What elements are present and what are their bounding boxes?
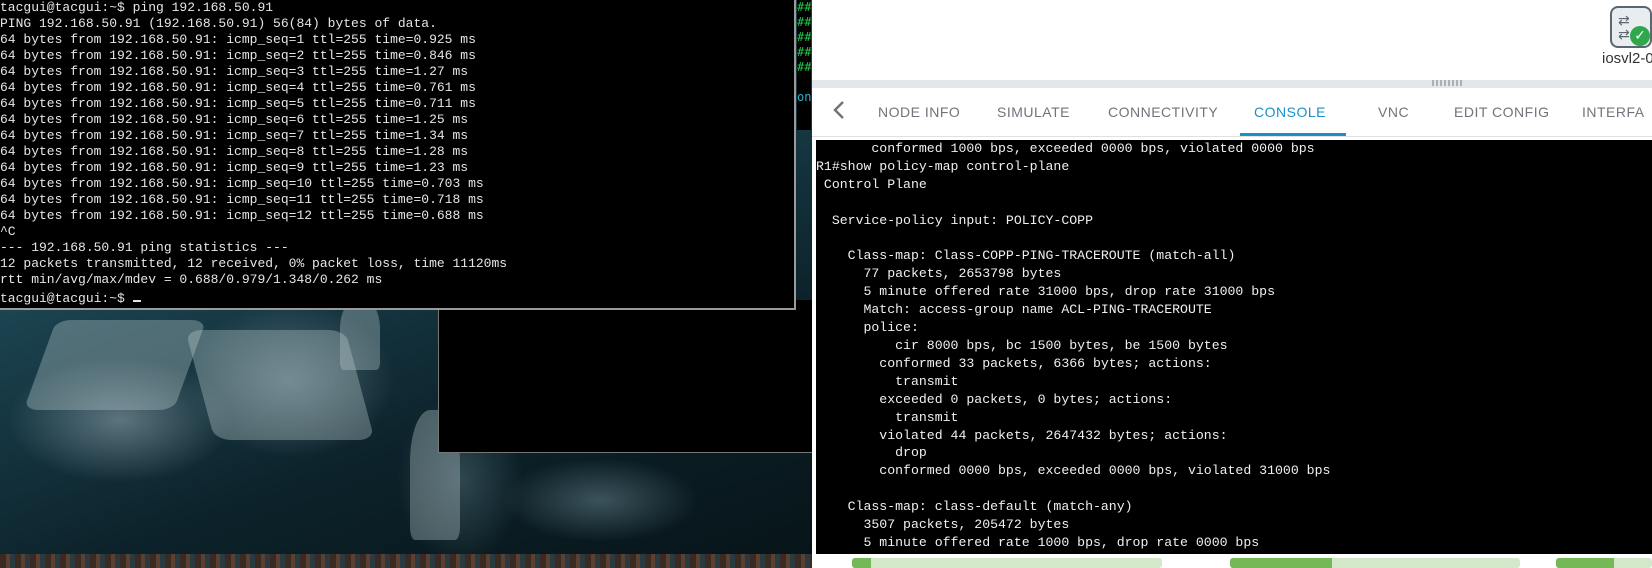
terminal-line: PING 192.168.50.91 (192.168.50.91) 56(84… bbox=[0, 16, 437, 31]
tab-bar: NODE INFO SIMULATE CONNECTIVITY CONSOLE … bbox=[812, 88, 1652, 137]
console-line: conformed 33 packets, 6366 bytes; action… bbox=[879, 355, 1212, 371]
terminal-prompt-line[interactable]: tacgui@tacgui:~$ bbox=[0, 288, 794, 307]
console-line: drop bbox=[895, 445, 927, 461]
tab-connectivity[interactable]: CONNECTIVITY bbox=[1108, 104, 1218, 120]
console-line: exceeded 0 packets, 0 bytes; actions: bbox=[879, 391, 1173, 407]
terminal-line: ^C bbox=[0, 224, 16, 239]
terminal-prompt: tacgui@tacgui:~$ bbox=[0, 291, 133, 306]
console-line: cir 8000 bps, bc 1500 bytes, be 1500 byt… bbox=[895, 337, 1228, 353]
node-label: iosvl2-0 bbox=[1602, 50, 1652, 67]
terminal-line: 64 bytes from 192.168.50.91: icmp_seq=1 … bbox=[0, 32, 476, 47]
console-line: Class-map: class-default (match-any) bbox=[847, 499, 1133, 515]
console-line: 5 minute offered rate 31000 bps, drop ra… bbox=[863, 284, 1275, 300]
topology-canvas[interactable]: ⇄ ⇄ ✓ iosvl2-0 bbox=[812, 0, 1652, 80]
background-terminal-window[interactable] bbox=[438, 300, 813, 453]
edge-terminal-line: ## bbox=[797, 15, 811, 29]
console-line: conformed 0000 bps, exceeded 0000 bps, v… bbox=[879, 463, 1331, 479]
terminal-line: 64 bytes from 192.168.50.91: icmp_seq=12… bbox=[0, 208, 484, 223]
tab-console[interactable]: CONSOLE bbox=[1254, 104, 1326, 120]
wallpaper-statue bbox=[23, 320, 207, 410]
terminal-line: 64 bytes from 192.168.50.91: icmp_seq=9 … bbox=[0, 160, 469, 175]
terminal-line: 64 bytes from 192.168.50.91: icmp_seq=10… bbox=[0, 176, 484, 191]
chevron-left-icon[interactable] bbox=[828, 98, 852, 122]
tab-vnc[interactable]: VNC bbox=[1378, 104, 1409, 120]
terminal-line: 12 packets transmitted, 12 received, 0% … bbox=[0, 256, 508, 271]
terminal-line: 64 bytes from 192.168.50.91: icmp_seq=4 … bbox=[0, 80, 476, 95]
terminal-line: 64 bytes from 192.168.50.91: icmp_seq=11… bbox=[0, 192, 484, 207]
console-line: 77 packets, 2653798 bytes bbox=[863, 266, 1062, 282]
console-line: transmit bbox=[895, 373, 959, 389]
terminal-line: --- 192.168.50.91 ping statistics --- bbox=[0, 240, 289, 255]
progress-fill bbox=[1556, 558, 1614, 568]
console-line: Control Plane bbox=[823, 176, 927, 192]
console-line: 3507 packets, 205472 bytes bbox=[863, 517, 1070, 533]
node-panel: ⇄ ⇄ ✓ iosvl2-0 NODE INFO SIMULATE CONNEC… bbox=[812, 0, 1652, 568]
console-line: police: bbox=[863, 320, 919, 336]
progress-fill bbox=[852, 558, 871, 568]
terminal-cursor bbox=[132, 288, 141, 302]
wallpaper-statue bbox=[185, 330, 375, 440]
tab-node-info[interactable]: NODE INFO bbox=[878, 104, 960, 120]
console-line: conformed 1000 bps, exceeded 0000 bps, v… bbox=[871, 141, 1315, 156]
progress-bar bbox=[852, 558, 1162, 568]
terminal-line: 64 bytes from 192.168.50.91: icmp_seq=2 … bbox=[0, 48, 476, 63]
console-line: Class-map: Class-COPP-PING-TRACEROUTE (m… bbox=[847, 248, 1236, 264]
active-tab-indicator bbox=[1240, 133, 1346, 136]
console-line: 5 minute offered rate 1000 bps, drop rat… bbox=[863, 534, 1260, 550]
terminal-line: rtt min/avg/max/mdev = 0.688/0.979/1.348… bbox=[0, 272, 383, 287]
terminal-line: tacgui@tacgui:~$ ping 192.168.50.91 bbox=[0, 0, 274, 15]
edge-terminal-line: ## bbox=[797, 60, 811, 74]
wallpaper-floor-strip bbox=[0, 554, 812, 568]
progress-bar bbox=[1230, 558, 1520, 568]
terminal-line: 64 bytes from 192.168.50.91: icmp_seq=3 … bbox=[0, 64, 469, 79]
progress-fill bbox=[1230, 558, 1332, 568]
console-output[interactable]: conformed 1000 bps, exceeded 0000 bps, v… bbox=[816, 140, 1652, 554]
console-line: violated 44 packets, 2647432 bytes; acti… bbox=[879, 427, 1228, 443]
terminal-line: 64 bytes from 192.168.50.91: icmp_seq=6 … bbox=[0, 112, 469, 127]
console-line: transmit bbox=[895, 409, 959, 425]
check-icon: ✓ bbox=[1630, 26, 1650, 46]
edge-terminal-line: ## bbox=[797, 45, 811, 59]
panel-divider[interactable] bbox=[812, 80, 1652, 88]
edge-terminal-window[interactable]: ## ## ## ## ## on bbox=[797, 0, 811, 130]
tab-interfaces[interactable]: INTERFA bbox=[1582, 104, 1645, 120]
arrow-right-icon: ⇄ bbox=[1618, 13, 1630, 29]
console-text: conformed 1000 bps, exceeded 0000 bps, v… bbox=[816, 140, 1652, 552]
terminal-window[interactable]: tacgui@tacgui:~$ ping 192.168.50.91 PING… bbox=[0, 0, 796, 310]
edge-terminal-line bbox=[797, 75, 811, 90]
tab-edit-config[interactable]: EDIT CONFIG bbox=[1454, 104, 1549, 120]
resize-grip-icon[interactable] bbox=[1432, 80, 1462, 86]
arrow-left-icon: ⇄ bbox=[1618, 27, 1630, 43]
console-line: R1#show policy-map control-plane bbox=[816, 158, 1070, 174]
edge-terminal-line: ## bbox=[797, 30, 811, 44]
progress-bar bbox=[1556, 558, 1652, 568]
edge-terminal-line: ## bbox=[797, 0, 811, 14]
console-line: Match: access-group name ACL-PING-TRACER… bbox=[863, 302, 1212, 318]
status-bar bbox=[812, 554, 1652, 568]
tab-simulate[interactable]: SIMULATE bbox=[997, 104, 1070, 120]
terminal-line: 64 bytes from 192.168.50.91: icmp_seq=8 … bbox=[0, 144, 469, 159]
terminal-line: 64 bytes from 192.168.50.91: icmp_seq=5 … bbox=[0, 96, 476, 111]
terminal-line: 64 bytes from 192.168.50.91: icmp_seq=7 … bbox=[0, 128, 469, 143]
console-line: Service-policy input: POLICY-COPP bbox=[831, 212, 1093, 228]
terminal-output: tacgui@tacgui:~$ ping 192.168.50.91 PING… bbox=[0, 0, 794, 288]
edge-terminal-line: on bbox=[797, 90, 811, 104]
